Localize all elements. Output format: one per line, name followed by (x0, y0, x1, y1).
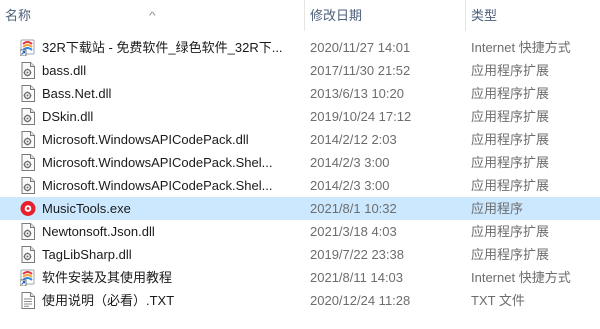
file-name: bass.dll (42, 63, 87, 78)
file-name: Bass.Net.dll (42, 86, 112, 101)
file-row[interactable]: Microsoft.WindowsAPICodePack.dll 2014/2/1… (0, 128, 600, 151)
dll-file-icon (20, 62, 36, 79)
file-type: 应用程序扩展 (471, 224, 550, 239)
file-modified-date: 2014/2/3 3:00 (310, 178, 390, 193)
internet-shortcut-icon (19, 269, 36, 287)
file-row[interactable]: Bass.Net.dll 2013/6/13 10:20 应用程序扩展 (0, 82, 600, 105)
dll-file-icon (20, 177, 36, 194)
file-type: 应用程序扩展 (471, 132, 550, 147)
file-modified-date: 2014/2/12 2:03 (310, 132, 397, 147)
column-header-name-label: 名称 (5, 8, 32, 23)
file-type: Internet 快捷方式 (471, 40, 571, 55)
column-header-bar: 名称 ^ 修改日期 类型 (0, 0, 600, 31)
file-name: 使用说明（必看）.TXT (42, 293, 175, 308)
file-list: 32R下载站 - 免费软件_绿色软件_32R下... 2020/11/27 14:… (0, 36, 600, 312)
internet-shortcut-icon (19, 39, 36, 57)
dll-file-icon (20, 154, 36, 171)
file-type: 应用程序扩展 (471, 155, 550, 170)
file-type: 应用程序扩展 (471, 109, 550, 124)
file-modified-date: 2019/10/24 17:12 (310, 109, 412, 124)
file-type: 应用程序扩展 (471, 86, 550, 101)
sort-ascending-icon: ^ (149, 11, 156, 22)
file-row[interactable]: TagLibSharp.dll 2019/7/22 23:38 应用程序扩展 (0, 243, 600, 266)
file-row[interactable]: Microsoft.WindowsAPICodePack.Shel... 2014… (0, 174, 600, 197)
dll-file-icon (20, 223, 36, 240)
column-header-type-label: 类型 (471, 8, 498, 23)
file-modified-date: 2019/7/22 23:38 (310, 247, 404, 262)
column-header-type[interactable]: 类型 (465, 0, 600, 31)
file-modified-date: 2020/12/24 11:28 (310, 293, 411, 308)
column-header-date-label: 修改日期 (310, 8, 363, 23)
music-app-icon (20, 200, 36, 217)
column-header-name[interactable]: 名称 ^ (0, 0, 304, 31)
file-row[interactable]: bass.dll 2017/11/30 21:52 应用程序扩展 (0, 59, 600, 82)
file-modified-date: 2014/2/3 3:00 (310, 155, 390, 170)
file-name: MusicTools.exe (42, 201, 131, 216)
file-type: TXT 文件 (471, 293, 525, 308)
dll-file-icon (20, 85, 36, 102)
file-row[interactable]: MusicTools.exe 2021/8/1 10:32 应用程序 (0, 197, 600, 220)
file-row[interactable]: Newtonsoft.Json.dll 2021/3/18 4:03 应用程序扩展 (0, 220, 600, 243)
dll-file-icon (20, 131, 36, 148)
file-row[interactable]: 软件安装及其使用教程 2021/8/11 14:03 Internet 快捷方式 (0, 266, 600, 289)
file-type: 应用程序扩展 (471, 178, 550, 193)
file-type: 应用程序扩展 (471, 247, 550, 262)
dll-file-icon (20, 246, 36, 263)
file-name: Microsoft.WindowsAPICodePack.Shel... (42, 178, 273, 193)
text-file-icon (20, 292, 36, 309)
dll-file-icon (20, 108, 36, 125)
file-name: DSkin.dll (42, 109, 94, 124)
file-modified-date: 2021/3/18 4:03 (310, 224, 397, 239)
file-row[interactable]: DSkin.dll 2019/10/24 17:12 应用程序扩展 (0, 105, 600, 128)
column-header-date[interactable]: 修改日期 (304, 0, 465, 31)
file-name: TagLibSharp.dll (42, 247, 132, 262)
file-modified-date: 2021/8/11 14:03 (310, 270, 404, 285)
file-modified-date: 2020/11/27 14:01 (310, 40, 411, 55)
file-name: 软件安装及其使用教程 (42, 270, 173, 285)
file-row[interactable]: 32R下载站 - 免费软件_绿色软件_32R下... 2020/11/27 14:… (0, 36, 600, 59)
file-type: 应用程序扩展 (471, 63, 550, 78)
file-row[interactable]: Microsoft.WindowsAPICodePack.Shel... 2014… (0, 151, 600, 174)
file-modified-date: 2013/6/13 10:20 (310, 86, 404, 101)
file-type: 应用程序 (471, 201, 524, 216)
file-name: 32R下载站 - 免费软件_绿色软件_32R下... (42, 40, 283, 55)
file-type: Internet 快捷方式 (471, 270, 571, 285)
file-row[interactable]: 使用说明（必看）.TXT 2020/12/24 11:28 TXT 文件 (0, 289, 600, 312)
file-name: Newtonsoft.Json.dll (42, 224, 155, 239)
file-modified-date: 2021/8/1 10:32 (310, 201, 397, 216)
file-name: Microsoft.WindowsAPICodePack.Shel... (42, 155, 273, 170)
file-modified-date: 2017/11/30 21:52 (310, 63, 411, 78)
file-name: Microsoft.WindowsAPICodePack.dll (42, 132, 249, 147)
